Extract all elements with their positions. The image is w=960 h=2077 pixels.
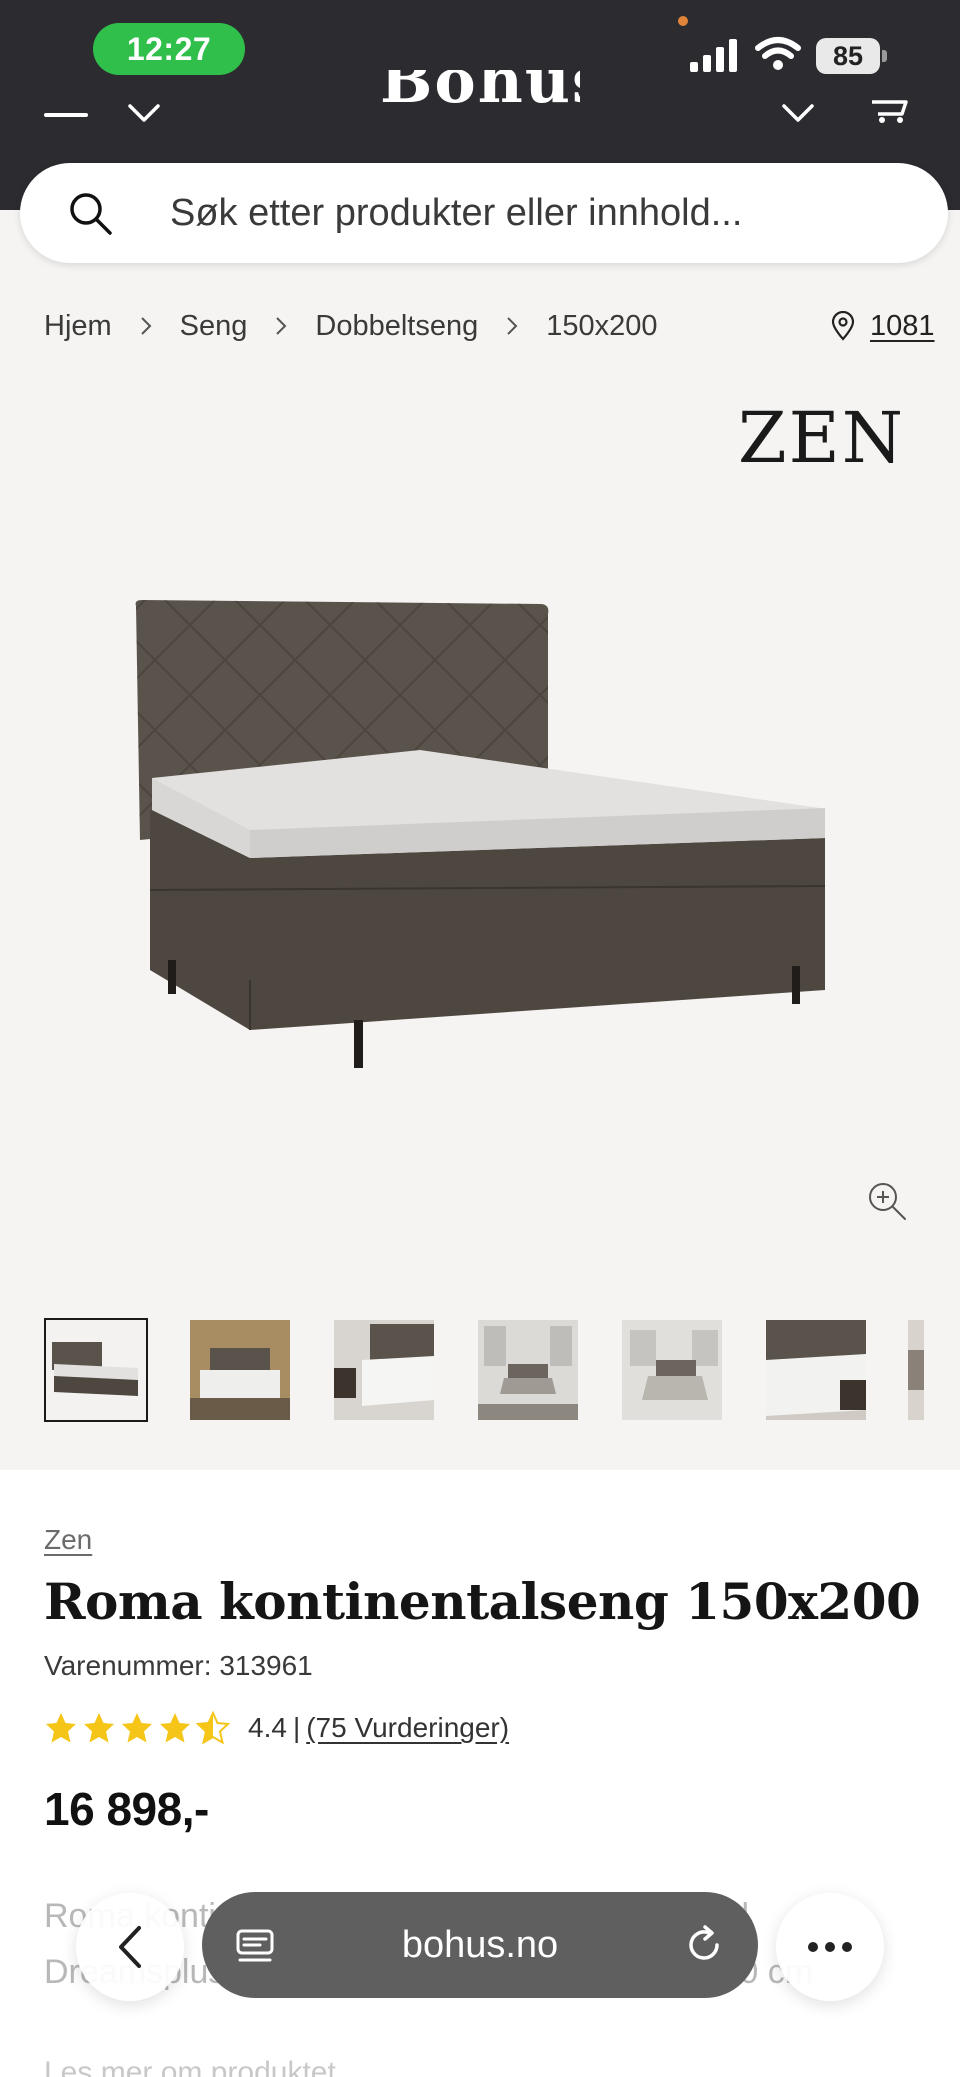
breadcrumb-size[interactable]: 150x200 xyxy=(546,310,657,343)
search-icon xyxy=(70,193,112,235)
thumbnail-image xyxy=(190,1320,290,1420)
breadcrumb: Hjem Seng Dobbeltseng 150x200 xyxy=(44,306,658,346)
thumbnail-image xyxy=(908,1320,924,1420)
thumbnail-image xyxy=(766,1320,866,1420)
bohus-logo[interactable]: Bohus xyxy=(380,70,580,130)
account-chevron-icon[interactable] xyxy=(778,100,818,126)
reload-icon[interactable] xyxy=(684,1925,724,1965)
product-rating: 4.4 | (75 Vurderinger) xyxy=(44,1708,509,1748)
thumbnail-image xyxy=(334,1320,434,1420)
more-options-button[interactable] xyxy=(776,1893,884,2001)
battery-nub xyxy=(882,50,887,62)
star-full-icon xyxy=(46,1713,76,1743)
battery-level: 85 xyxy=(816,38,880,74)
search-bar[interactable] xyxy=(20,163,948,263)
store-selector[interactable]: 1081 xyxy=(830,308,935,344)
privacy-indicator-dot xyxy=(678,16,688,26)
search-input[interactable] xyxy=(170,185,890,241)
thumbnail-bed-studio[interactable] xyxy=(44,1318,148,1422)
thumbnail-strip xyxy=(44,1318,924,1428)
star-full-icon xyxy=(160,1713,190,1743)
battery-indicator: 85 xyxy=(816,38,888,74)
reviews-link[interactable]: (75 Vurderinger) xyxy=(306,1712,509,1744)
brand-link[interactable]: Zen xyxy=(44,1524,92,1556)
thumbnail-bedroom-partial[interactable] xyxy=(908,1318,924,1422)
chevron-right-icon xyxy=(507,317,518,335)
location-pin-icon xyxy=(831,311,855,341)
rating-separator: | xyxy=(292,1712,301,1743)
thumbnail-image xyxy=(478,1320,578,1420)
address-bar[interactable]: bohus.no xyxy=(202,1892,758,1998)
read-more-link[interactable]: Les mer om produktet xyxy=(44,2056,336,2077)
wifi-icon xyxy=(755,37,801,70)
thumbnail-bedroom-close[interactable] xyxy=(332,1318,436,1422)
thumbnail-bedroom-loft-2[interactable] xyxy=(620,1318,724,1422)
chevron-left-icon xyxy=(119,1926,141,1968)
cart-icon[interactable] xyxy=(870,96,910,126)
product-price: 16 898,- xyxy=(44,1783,209,1835)
breadcrumb-seng[interactable]: Seng xyxy=(180,310,248,343)
chevron-right-icon xyxy=(140,317,152,335)
chevron-right-icon xyxy=(276,317,287,335)
thumbnail-bedroom-headboard[interactable] xyxy=(764,1318,868,1422)
thumbnail-bedroom-loft-1[interactable] xyxy=(476,1318,580,1422)
zen-brand-logo: ZEN xyxy=(738,397,905,479)
product-sku: Varenummer: 313961 xyxy=(44,1650,313,1681)
url-text[interactable]: bohus.no xyxy=(202,1892,758,1998)
back-button[interactable] xyxy=(76,1893,184,2001)
zoom-in-icon[interactable] xyxy=(866,1180,908,1222)
store-code[interactable]: 1081 xyxy=(870,310,935,343)
menu-icon[interactable] xyxy=(44,113,88,117)
product-image[interactable] xyxy=(120,590,840,1080)
status-time: 12:27 xyxy=(93,23,245,75)
breadcrumb-dobbeltseng[interactable]: Dobbeltseng xyxy=(315,310,478,343)
star-full-icon xyxy=(122,1713,152,1743)
thumbnail-bedroom-warm[interactable] xyxy=(188,1318,292,1422)
product-title: Roma kontinentalseng 150x200 xyxy=(44,1572,921,1631)
star-half-icon xyxy=(196,1711,230,1745)
breadcrumb-home[interactable]: Hjem xyxy=(44,310,112,343)
thumbnail-image xyxy=(622,1320,722,1420)
star-full-icon xyxy=(84,1713,114,1743)
thumbnail-image xyxy=(46,1320,146,1420)
star-rating xyxy=(44,1711,230,1745)
cellular-signal-icon xyxy=(690,39,737,72)
chevron-down-icon[interactable] xyxy=(124,100,164,126)
ellipsis-icon xyxy=(808,1942,852,1952)
rating-value: 4.4 xyxy=(248,1712,287,1743)
